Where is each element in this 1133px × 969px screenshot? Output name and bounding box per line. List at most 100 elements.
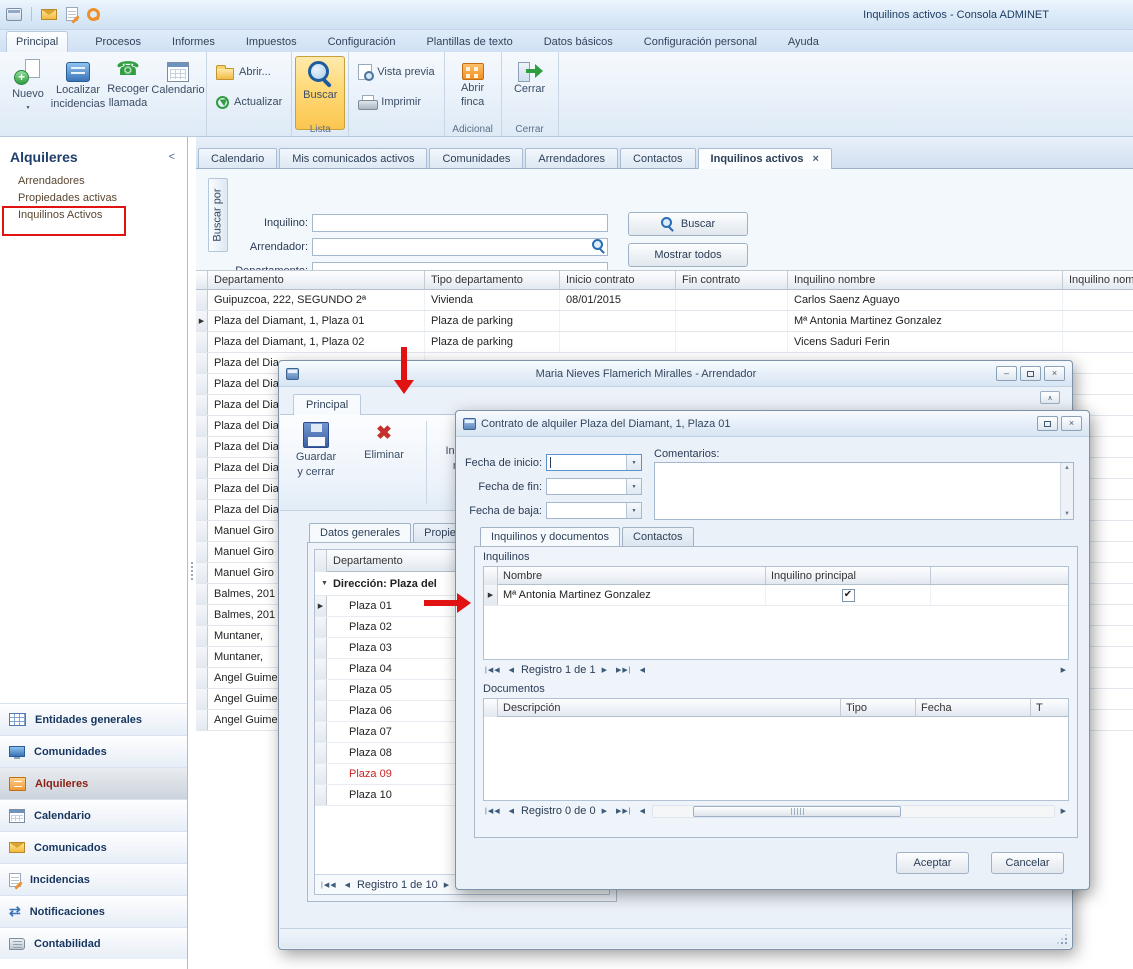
abrir-button[interactable]: Abrir...	[210, 62, 277, 82]
header-inquilino-nombre[interactable]: Inquilino nombre	[788, 270, 1063, 290]
sidebar-item-propiedades-activas[interactable]: Propiedades activas	[0, 190, 187, 207]
table-row-selected[interactable]: ▶ Plaza del Diamant, 1, Plaza 01 Plaza d…	[196, 311, 1133, 332]
menu-tab-configuracion[interactable]: Configuración	[319, 32, 405, 52]
group-expand-icon[interactable]: ▼	[321, 580, 328, 587]
mail-icon[interactable]	[41, 9, 57, 20]
menu-tab-impuestos[interactable]: Impuestos	[237, 32, 306, 52]
guardar-y-cerrar-button[interactable]: Guardar y cerrar	[290, 419, 342, 506]
capture-icon[interactable]	[6, 8, 22, 21]
close-button[interactable]: ×	[1061, 416, 1082, 431]
nav-item-alquileres[interactable]: Alquileres	[0, 767, 187, 799]
contrato-titlebar[interactable]: Contrato de alquiler Plaza del Diamant, …	[456, 411, 1089, 437]
arrendador-input[interactable]	[312, 238, 608, 256]
header-descripcion[interactable]: Descripción	[498, 699, 841, 717]
menu-tab-principal[interactable]: Principal	[6, 31, 68, 52]
abrir-finca-button[interactable]: Abrir finca	[448, 56, 498, 120]
tab-mis-comunicados-activos[interactable]: Mis comunicados activos	[279, 148, 427, 168]
header-tipo[interactable]: Tipo	[841, 699, 916, 717]
nuevo-button[interactable]: + Nuevo ▼	[3, 56, 53, 120]
header-t[interactable]: T	[1031, 699, 1068, 717]
inquilino-row-selected[interactable]: ▶ Mª Antonia Martinez Gonzalez ✔	[484, 585, 1068, 606]
nav-item-calendario[interactable]: Calendario	[0, 799, 187, 831]
tab-contactos[interactable]: Contactos	[622, 527, 694, 546]
sidebar-collapse-icon[interactable]: <	[169, 151, 175, 163]
pager-next-button[interactable]: ▶	[442, 880, 452, 890]
recoger-llamada-button[interactable]: ☎ Recoger llamada	[103, 56, 153, 120]
fecha-fin-combo[interactable]: ▼	[546, 478, 642, 495]
header-tipo-departamento[interactable]: Tipo departamento	[425, 270, 560, 290]
fecha-baja-combo[interactable]: ▼	[546, 502, 642, 519]
scroll-down-icon[interactable]: ▼	[1064, 511, 1070, 517]
header-nombre[interactable]: Nombre	[498, 567, 766, 585]
tab-datos-generales[interactable]: Datos generales	[309, 523, 411, 542]
buscar-button[interactable]: Buscar	[628, 212, 748, 236]
tab-contactos[interactable]: Contactos	[620, 148, 696, 168]
tab-inquilinos-activos[interactable]: Inquilinos activos ×	[698, 148, 832, 169]
header-departamento[interactable]: Departamento	[208, 270, 425, 290]
buscar-button[interactable]: Buscar	[295, 56, 345, 130]
header-fin-contrato[interactable]: Fin contrato	[676, 270, 788, 290]
header-inquilino-nombre-2[interactable]: Inquilino nombre	[1063, 270, 1133, 290]
hscroll-right-button[interactable]: ▶	[1059, 665, 1069, 675]
table-row[interactable]: Guipuzcoa, 222, SEGUNDO 2ª Vivienda 08/0…	[196, 290, 1133, 311]
pager-first-button[interactable]: |◀◀	[483, 665, 503, 675]
pager-next-button[interactable]: ▶	[600, 665, 610, 675]
tab-close-icon[interactable]: ×	[812, 153, 818, 165]
hscroll-track[interactable]	[652, 805, 1055, 818]
headset-icon[interactable]	[87, 8, 100, 21]
pager-next-button[interactable]: ▶	[600, 806, 610, 816]
resize-grip[interactable]	[1055, 932, 1067, 944]
actualizar-button[interactable]: Actualizar	[210, 92, 288, 112]
close-button[interactable]: ×	[1044, 366, 1065, 381]
cerrar-button[interactable]: Cerrar	[505, 56, 555, 120]
cancelar-button[interactable]: Cancelar	[991, 852, 1064, 874]
tab-inquilinos-y-documentos[interactable]: Inquilinos y documentos	[480, 527, 620, 546]
nav-item-notificaciones[interactable]: ⇄ Notificaciones	[0, 895, 187, 927]
maximize-button[interactable]	[1020, 366, 1041, 381]
mostrar-todos-button[interactable]: Mostrar todos	[628, 243, 748, 267]
pager-first-button[interactable]: |◀◀	[483, 806, 503, 816]
menu-tab-informes[interactable]: Informes	[163, 32, 224, 52]
hscroll-track[interactable]	[652, 664, 1055, 677]
table-row[interactable]: Plaza del Diamant, 1, Plaza 02 Plaza de …	[196, 332, 1133, 353]
menu-tab-ayuda[interactable]: Ayuda	[779, 32, 828, 52]
nav-item-comunidades[interactable]: Comunidades	[0, 735, 187, 767]
eliminar-button[interactable]: ✖ Eliminar	[358, 419, 410, 506]
pager-prev-button[interactable]: ◀	[343, 880, 353, 890]
nav-item-entidades-generales[interactable]: Entidades generales	[0, 703, 187, 735]
textarea-scrollbar[interactable]: ▲ ▼	[1060, 463, 1073, 519]
notes-icon[interactable]	[66, 7, 78, 21]
tab-comunidades[interactable]: Comunidades	[429, 148, 523, 168]
tab-calendario[interactable]: Calendario	[198, 148, 277, 168]
ribbon-collapse-button[interactable]: ∧	[1040, 391, 1060, 404]
inquilino-principal-checkbox[interactable]: ✔	[842, 589, 855, 602]
aceptar-button[interactable]: Aceptar	[896, 852, 969, 874]
sidebar-splitter[interactable]	[189, 137, 196, 969]
fecha-inicio-combo[interactable]: ▼	[546, 454, 642, 471]
dropdown-icon[interactable]: ▼	[626, 479, 641, 494]
inquilino-input[interactable]	[312, 214, 608, 232]
hscroll-right-button[interactable]: ▶	[1059, 806, 1069, 816]
arrendador-search-icon[interactable]	[592, 239, 606, 253]
minimize-button[interactable]: –	[996, 366, 1017, 381]
menu-tab-configuracion-personal[interactable]: Configuración personal	[635, 32, 766, 52]
menu-tab-procesos[interactable]: Procesos	[86, 32, 150, 52]
pager-first-button[interactable]: |◀◀	[319, 880, 339, 890]
localizar-incidencias-button[interactable]: Localizar incidencias	[53, 56, 103, 120]
imprimir-button[interactable]: Imprimir	[352, 92, 427, 112]
vista-previa-button[interactable]: Vista previa	[352, 62, 440, 82]
pager-prev-button[interactable]: ◀	[507, 665, 517, 675]
comentarios-textarea[interactable]: ▲ ▼	[654, 462, 1074, 520]
header-inquilino-principal[interactable]: Inquilino principal	[766, 567, 931, 585]
sidebar-item-arrendadores[interactable]: Arrendadores	[0, 173, 187, 190]
pager-last-button[interactable]: ▶▶|	[614, 665, 634, 675]
header-inicio-contrato[interactable]: Inicio contrato	[560, 270, 676, 290]
header-fecha[interactable]: Fecha	[916, 699, 1031, 717]
tab-arrendadores[interactable]: Arrendadores	[525, 148, 618, 168]
scroll-up-icon[interactable]: ▲	[1064, 465, 1070, 471]
tab-principal[interactable]: Principal	[293, 394, 361, 415]
nav-item-incidencias[interactable]: Incidencias	[0, 863, 187, 895]
dropdown-icon[interactable]: ▼	[626, 503, 641, 518]
dropdown-icon[interactable]: ▼	[626, 455, 641, 470]
calendario-button[interactable]: Calendario	[153, 56, 203, 120]
